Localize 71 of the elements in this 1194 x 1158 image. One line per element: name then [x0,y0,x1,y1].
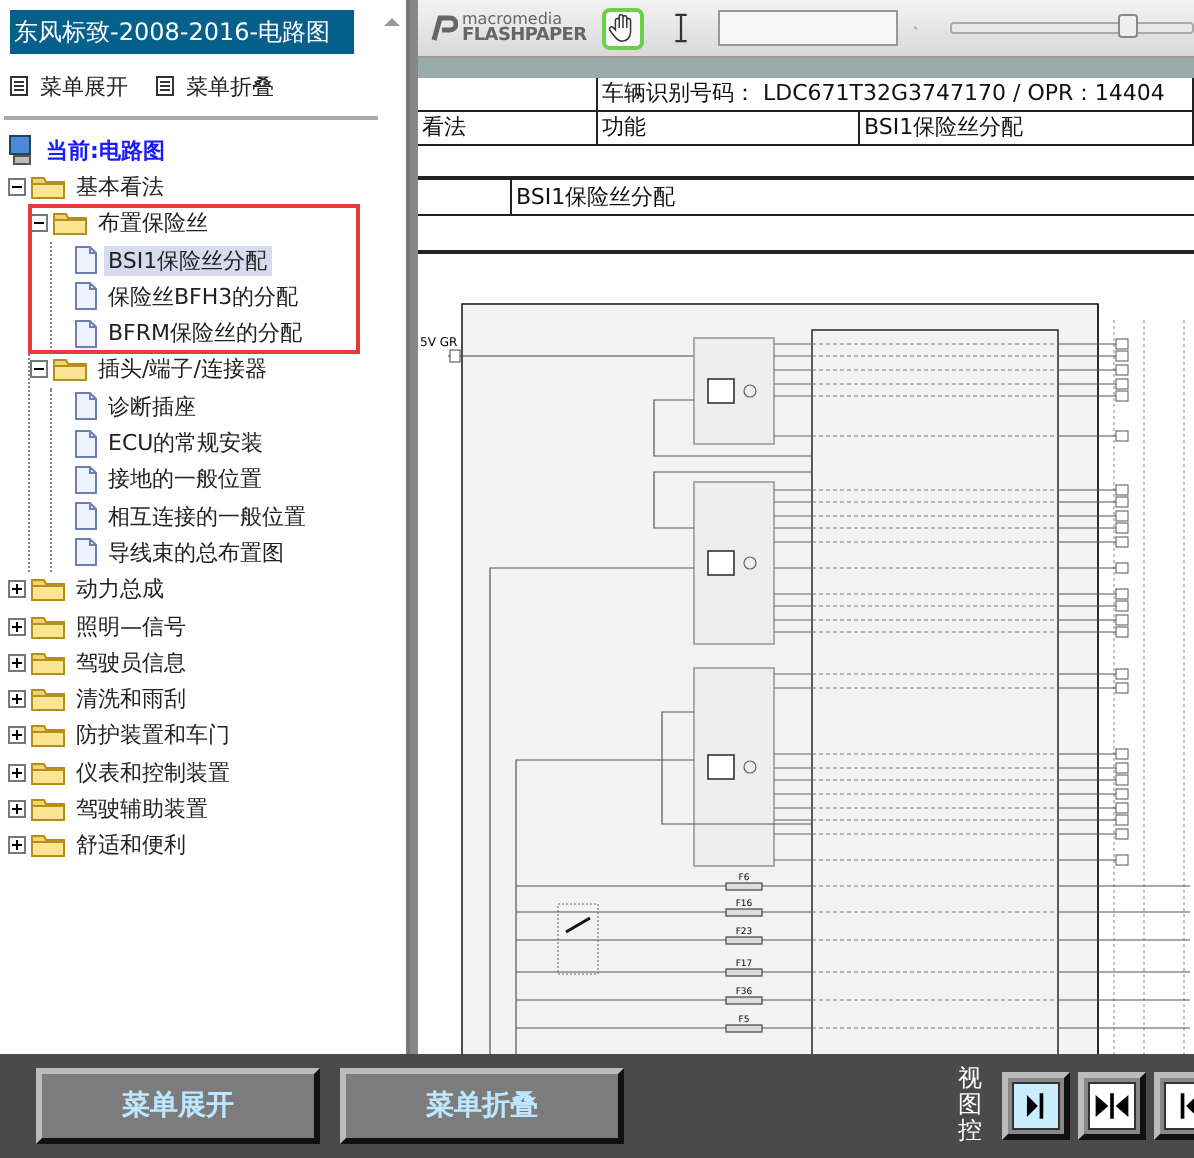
tree-folder[interactable]: 防护装置和车门 [72,720,234,751]
logo-text: macromedia [462,12,563,28]
tree-page[interactable]: ECU的常规安装 [104,428,268,459]
logo-icon [430,14,458,42]
page-icon [74,465,98,494]
expand-icon[interactable] [8,836,26,855]
tree-folder[interactable]: 驾驶员信息 [72,647,190,678]
folder-icon [30,832,66,859]
collapse-icon[interactable] [30,214,48,233]
view-control-label: 视图控 [958,1066,982,1146]
folder-icon [30,795,66,822]
folder-icon [30,759,66,786]
tree-folder[interactable]: 驾驶辅助装置 [72,793,212,824]
tree-folder[interactable]: 插头/端子/连接器 [94,354,271,385]
expand-icon[interactable] [8,690,26,709]
menu-link[interactable]: 菜单折叠 [156,68,274,104]
folder-icon [30,576,66,603]
view-button[interactable] [1002,1072,1070,1140]
folder-icon [30,173,66,200]
tree-page[interactable]: 保险丝BFH3的分配 [104,281,303,312]
section-title: BSI1保险丝分配 [510,180,676,214]
folder-icon [30,649,66,676]
tree-page[interactable]: 导线束的总布置图 [104,537,288,568]
page-icon [74,538,98,567]
folder-icon [30,722,66,749]
menu-link[interactable]: 菜单展开 [10,68,128,104]
folder-icon [52,356,88,383]
page-icon [74,502,98,531]
app-title: 东风标致-2008-2016-电路图 [10,10,354,54]
tree-page[interactable]: BFRM保险丝的分配 [104,318,307,349]
tree-folder[interactable]: 仪表和控制装置 [72,757,234,788]
hand-tool-button[interactable] [602,7,645,49]
tree-page[interactable]: BSI1保险丝分配 [104,245,272,276]
expand-icon[interactable] [8,617,26,635]
list-icon [10,76,28,96]
page-icon [74,282,98,311]
folder-icon [52,210,88,237]
table-cell: 看法 [418,112,598,144]
expand-icon[interactable] [8,653,26,672]
expand-icon[interactable] [8,763,26,782]
slider-thumb[interactable] [1117,14,1138,38]
tree-page[interactable]: 接地的一般位置 [104,464,266,495]
logo-text: FLASHPAPER [462,28,587,44]
page-icon [74,246,98,275]
tree-folder[interactable]: 基本看法 [72,171,168,202]
expand-icon[interactable] [8,726,26,745]
folder-icon [30,686,66,713]
tree-folder[interactable]: 照明—信号 [72,611,190,641]
tree-folder[interactable]: 布置保险丝 [94,208,212,239]
page-icon [74,319,98,348]
current-view-label: 当前:电路图 [44,135,167,166]
search-field[interactable] [718,10,899,46]
table-cell: BSI1保险丝分配 [860,112,1194,144]
list-icon [156,76,174,96]
page-icon [74,392,98,421]
tree-page[interactable]: 相互连接的一般位置 [104,501,310,532]
scroll-up-icon[interactable] [384,16,400,28]
view-button[interactable] [1078,1072,1146,1140]
expand-icon[interactable] [8,799,26,818]
tree-folder[interactable]: 清洗和雨刮 [72,684,190,715]
tree-folder[interactable]: 动力总成 [72,574,168,605]
computer-icon [8,134,36,167]
vin-cell: 车辆识别号码： LDC671T32G3747170 / OPR : 14404 [598,78,1194,110]
table-cell: 功能 [598,112,860,144]
expand-icon[interactable] [8,580,26,599]
collapse-icon[interactable] [30,360,48,379]
tree-folder[interactable]: 舒适和便利 [72,830,190,861]
collapse-icon[interactable] [8,177,26,196]
folder-icon [30,613,66,639]
tree-page[interactable]: 诊断插座 [104,391,200,422]
page-icon [74,429,98,458]
